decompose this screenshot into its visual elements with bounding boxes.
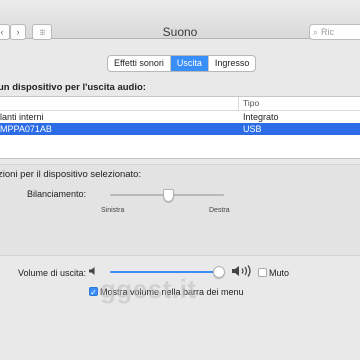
volume-slider-knob[interactable] [212, 266, 225, 278]
tab-bar: Effetti sonori Uscita Ingresso [107, 55, 257, 72]
device-table[interactable]: Tipo lanti interni Integrato MPPA071AB U… [0, 96, 360, 159]
tab-effetti-sonori[interactable]: Effetti sonori [108, 56, 171, 71]
search-placeholder: Ric [321, 27, 335, 37]
balance-left-label: Sinistra [101, 207, 125, 214]
speaker-low-icon [89, 267, 95, 275]
tab-ingresso[interactable]: Ingresso [209, 56, 256, 71]
device-type: USB [243, 124, 262, 134]
watermark: ggest.it [100, 274, 197, 304]
device-type: Integrato [243, 112, 279, 122]
table-row-selected[interactable]: MPPA071AB USB [0, 123, 360, 135]
speaker-high-icon [232, 265, 251, 277]
search-icon: ⌕ [313, 26, 319, 37]
balance-label: Bilanciamento: [27, 189, 87, 199]
device-name: lanti interni [0, 112, 44, 122]
show-volume-menubar-checkbox[interactable]: ✓ [89, 287, 98, 297]
output-volume-label: Volume di uscita: [18, 268, 87, 278]
device-name: MPPA071AB [0, 124, 52, 134]
mute-checkbox[interactable] [258, 268, 267, 277]
table-header: Tipo [0, 97, 360, 111]
device-settings-heading: zioni per il dispositivo selezionato: [0, 169, 142, 180]
table-row[interactable]: lanti interni Integrato [0, 111, 360, 123]
window-title: Suono [162, 25, 198, 39]
column-header-type[interactable]: Tipo [243, 97, 259, 110]
output-device-heading: un dispositivo per l'uscita audio: [0, 82, 146, 93]
volume-slider-fill [110, 271, 218, 273]
balance-right-label: Destra [209, 207, 230, 214]
balance-slider-knob[interactable] [162, 189, 174, 202]
search-field[interactable]: ⌕ Ric [309, 24, 360, 40]
window-footer [0, 312, 360, 360]
tab-uscita[interactable]: Uscita [170, 56, 209, 71]
column-divider [238, 97, 239, 110]
title-bar: ‹ › ⁝⁝⁝ Suono ⌕ Ric [0, 0, 360, 40]
mute-label: Muto [269, 268, 290, 278]
